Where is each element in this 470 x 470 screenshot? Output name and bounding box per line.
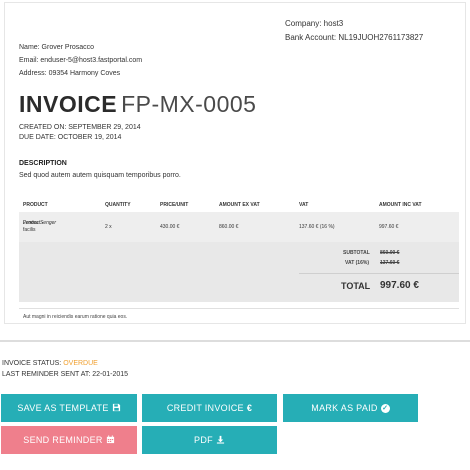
status-value: OVERDUE bbox=[63, 360, 98, 367]
client-info: Name: Grover Prosacco Email: enduser-5@h… bbox=[19, 41, 142, 80]
vat-value: 137.60 € bbox=[380, 260, 400, 266]
send-reminder-label: SEND REMINDER bbox=[23, 435, 103, 445]
invoice-card: Company: host3 Bank Account: NL19JUOH276… bbox=[4, 2, 466, 324]
row-amount-inc-vat: 997.60 € bbox=[379, 224, 399, 230]
subtotal-value: 860.00 € bbox=[380, 250, 400, 256]
col-quantity: QUANTITY bbox=[105, 202, 131, 208]
save-as-template-button[interactable]: SAVE AS TEMPLATE bbox=[1, 394, 137, 422]
mark-as-paid-label: MARK AS PAID bbox=[311, 403, 378, 413]
download-icon bbox=[216, 435, 225, 446]
pdf-button[interactable]: PDF bbox=[142, 426, 277, 454]
calendar-icon bbox=[106, 434, 115, 446]
section-divider bbox=[0, 340, 470, 342]
col-amount-inc-vat: AMOUNT INC VAT bbox=[379, 202, 422, 208]
col-amount-ex-vat: AMOUNT EX VAT bbox=[219, 202, 260, 208]
vat-label: VAT (16%) bbox=[345, 260, 369, 266]
company-info: Company: host3 Bank Account: NL19JUOH276… bbox=[285, 17, 423, 45]
row-product-name: Product - facilis bbox=[23, 220, 44, 233]
col-product: PRODUCT bbox=[23, 202, 48, 208]
bank-account: Bank Account: NL19JUOH2761173827 bbox=[285, 33, 424, 42]
send-reminder-button[interactable]: SEND REMINDER bbox=[1, 426, 137, 454]
pdf-label: PDF bbox=[194, 435, 213, 445]
save-as-template-label: SAVE AS TEMPLATE bbox=[17, 403, 109, 413]
credit-invoice-button[interactable]: CREDIT INVOICE € bbox=[142, 394, 277, 422]
floppy-disk-icon bbox=[112, 403, 121, 414]
description-heading: DESCRIPTION bbox=[19, 160, 67, 167]
row-product: Product - facilis Lenora Senger bbox=[23, 220, 56, 233]
status-label: INVOICE STATUS: bbox=[2, 360, 62, 367]
description-text: Sed quod autem autem quisquam temporibus… bbox=[19, 172, 181, 179]
last-reminder: LAST REMINDER SENT AT: 22-01-2015 bbox=[2, 371, 129, 378]
invoice-title-word: INVOICE bbox=[19, 91, 118, 117]
check-circle-icon: ✓ bbox=[380, 403, 390, 413]
company-name: Company: host3 bbox=[285, 19, 344, 28]
mark-as-paid-button[interactable]: MARK AS PAID ✓ bbox=[283, 394, 418, 422]
euro-icon: € bbox=[246, 402, 253, 413]
totals-divider bbox=[299, 273, 459, 274]
invoice-number: FP-MX-0005 bbox=[121, 91, 257, 117]
row-quantity: 2 x bbox=[105, 224, 112, 230]
table-row: Product - facilis Lenora Senger 2 x 430.… bbox=[19, 212, 459, 242]
totals-section: SUBTOTAL 860.00 € VAT (16%) 137.60 € TOT… bbox=[19, 242, 459, 302]
invoice-status: INVOICE STATUS: OVERDUE bbox=[2, 358, 128, 369]
col-price-unit: PRICE/UNIT bbox=[160, 202, 189, 208]
total-value: 997.60 € bbox=[380, 280, 419, 291]
client-email: Email: enduser-5@host3.fastportal.com bbox=[19, 57, 143, 64]
total-label: TOTAL bbox=[341, 281, 371, 291]
col-vat: VAT bbox=[299, 202, 309, 208]
invoice-footnote: Aut magni in reiciendis earum ratione qu… bbox=[23, 314, 128, 320]
client-address: Address: 09354 Harmony Coves bbox=[19, 70, 121, 77]
status-block: INVOICE STATUS: OVERDUE LAST REMINDER SE… bbox=[2, 358, 128, 380]
created-on: CREATED ON: SEPTEMBER 29, 2014 bbox=[19, 124, 141, 131]
due-date: DUE DATE: OCTOBER 19, 2014 bbox=[19, 134, 122, 141]
subtotal-label: SUBTOTAL bbox=[343, 250, 370, 256]
invoice-title: INVOICE FP-MX-0005 bbox=[19, 89, 256, 123]
invoice-dates: CREATED ON: SEPTEMBER 29, 2014 DUE DATE:… bbox=[19, 123, 141, 143]
row-price-unit: 430.00 € bbox=[160, 224, 180, 230]
credit-invoice-label: CREDIT INVOICE bbox=[166, 403, 244, 413]
row-vat: 137.60 € (16 %) bbox=[299, 224, 335, 230]
client-name: Name: Grover Prosacco bbox=[19, 44, 95, 51]
footnote-divider bbox=[19, 308, 459, 309]
row-amount-ex-vat: 860.00 € bbox=[219, 224, 239, 230]
table-header: PRODUCT QUANTITY PRICE/UNIT AMOUNT EX VA… bbox=[19, 198, 459, 212]
